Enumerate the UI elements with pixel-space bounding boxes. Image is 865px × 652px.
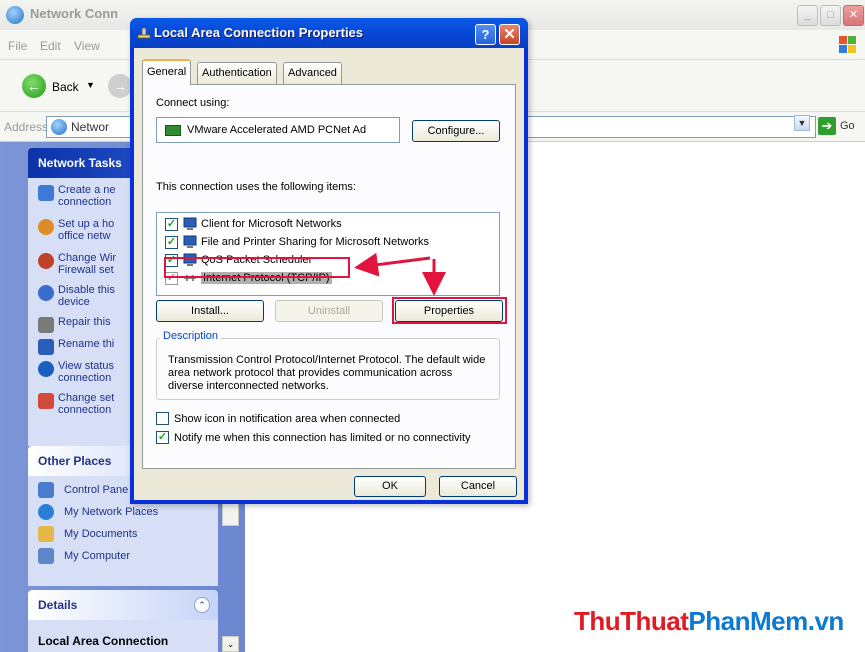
details-header[interactable]: Details ⌃ <box>28 590 218 620</box>
back-arrow-icon[interactable]: ← <box>22 74 46 98</box>
explorer-title: Network Conn <box>30 6 119 21</box>
tab-general[interactable]: General <box>142 59 192 85</box>
minimize-button[interactable]: _ <box>797 5 818 26</box>
uninstall-button[interactable]: Uninstall <box>275 300 383 322</box>
menu-file[interactable]: File <box>8 39 27 53</box>
file-printer-sharing-icon <box>183 235 197 248</box>
repair-icon <box>38 317 54 333</box>
tab-authentication[interactable]: Authentication <box>197 62 277 84</box>
menu-view[interactable]: View <box>74 39 100 53</box>
home-network-icon <box>38 219 54 235</box>
show-icon-checkbox[interactable] <box>156 412 169 425</box>
back-dropdown-icon[interactable]: ▼ <box>86 80 95 90</box>
configure-button[interactable]: Configure... <box>412 120 500 142</box>
watermark-logo: ThuThuatPhanMem.vn <box>574 606 844 636</box>
items-label: This connection uses the following items… <box>156 181 356 193</box>
network-adapter-icon <box>165 125 181 136</box>
properties-dialog: Local Area Connection Properties ? ✕ Gen… <box>130 18 528 504</box>
connect-using-label: Connect using: <box>156 97 230 109</box>
go-arrow-icon[interactable]: ➔ <box>818 117 836 135</box>
details-connection-name: Local Area Connection <box>38 634 169 648</box>
control-panel-icon <box>38 482 54 498</box>
computer-icon <box>38 548 54 564</box>
disable-device-icon <box>38 285 54 301</box>
highlight-tcpip-item <box>164 257 350 278</box>
details-panel: Local Area Connection <box>28 620 218 652</box>
dialog-client: General Authentication Advanced Connect … <box>134 48 524 500</box>
network-folder-icon <box>51 119 67 135</box>
dialog-titlebar[interactable]: Local Area Connection Properties ? ✕ <box>130 18 528 48</box>
close-button[interactable]: ✕ <box>499 24 520 45</box>
list-item[interactable]: ✓ File and Printer Sharing for Microsoft… <box>165 234 485 250</box>
item-checkbox[interactable]: ✓ <box>165 218 178 231</box>
maximize-button[interactable]: □ <box>820 5 841 26</box>
network-places-icon <box>38 504 54 520</box>
address-dropdown-button[interactable]: ▼ <box>794 115 810 131</box>
rename-icon <box>38 339 54 355</box>
network-tasks-title: Network Tasks <box>38 156 122 170</box>
forward-arrow-icon[interactable]: → <box>108 74 132 98</box>
back-button-label[interactable]: Back <box>52 80 79 94</box>
description-legend: Description <box>160 330 222 342</box>
tab-advanced[interactable]: Advanced <box>283 62 342 84</box>
menu-edit[interactable]: Edit <box>40 39 61 53</box>
scroll-down-button[interactable]: ⌄ <box>222 636 239 652</box>
scrollbar-thumb[interactable] <box>222 502 239 526</box>
install-button[interactable]: Install... <box>156 300 264 322</box>
settings-icon <box>38 393 54 409</box>
ok-button[interactable]: OK <box>354 476 426 497</box>
adapter-name: VMware Accelerated AMD PCNet Ad <box>187 124 367 136</box>
windows-logo-icon <box>839 36 857 54</box>
firewall-icon <box>38 253 54 269</box>
details-title: Details <box>38 598 78 612</box>
network-connection-icon <box>137 27 151 39</box>
help-button[interactable]: ? <box>475 24 496 45</box>
components-list[interactable]: ✓ Client for Microsoft Networks ✓ File a… <box>156 212 500 296</box>
address-value: Networ <box>71 120 110 134</box>
go-label[interactable]: Go <box>840 120 855 132</box>
network-client-icon <box>183 217 197 230</box>
adapter-field: VMware Accelerated AMD PCNet Ad <box>156 117 400 143</box>
properties-button[interactable]: Properties <box>395 300 503 322</box>
item-checkbox[interactable]: ✓ <box>165 236 178 249</box>
status-icon <box>38 361 54 377</box>
new-connection-icon <box>38 185 54 201</box>
address-label: Address <box>4 120 49 134</box>
list-item[interactable]: ✓ Client for Microsoft Networks <box>165 216 485 232</box>
cancel-button[interactable]: Cancel <box>439 476 517 497</box>
explorer-close-button[interactable]: ✕ <box>843 5 864 26</box>
documents-icon <box>38 526 54 542</box>
other-places-title: Other Places <box>38 454 112 468</box>
notify-checkbox[interactable]: ✓ <box>156 431 169 444</box>
collapse-chevron-icon[interactable]: ⌃ <box>194 597 210 613</box>
dialog-title: Local Area Connection Properties <box>154 25 364 40</box>
description-text: Transmission Control Protocol/Internet P… <box>168 354 486 392</box>
network-connections-icon <box>6 6 24 24</box>
